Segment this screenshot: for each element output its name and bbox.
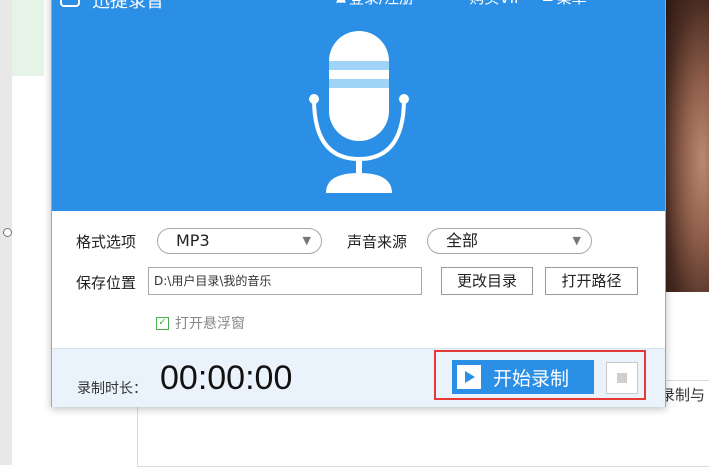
footer-bar: 录制时长： 00:00:00 开始录制 xyxy=(52,348,665,407)
cart-icon: ⛟ xyxy=(450,0,466,6)
float-window-option[interactable]: ✓ 打开悬浮窗 xyxy=(156,313,245,333)
menu-button[interactable]: ☰ 菜单 xyxy=(542,0,587,8)
float-window-label: 打开悬浮窗 xyxy=(175,316,245,332)
desktop-panel-text: 录制与 xyxy=(660,386,706,404)
app-logo-icon xyxy=(60,0,80,7)
format-label: 格式选项 xyxy=(76,233,137,251)
recorder-window: 迅捷录音 ▲ 登录/注册 ⛟ 购买VIP ☰ 菜单 — ✕ xyxy=(51,0,666,407)
save-location-label: 保存位置 xyxy=(76,274,137,292)
stop-record-button[interactable] xyxy=(606,362,638,394)
source-select[interactable]: 全部 ▼ xyxy=(427,228,592,254)
user-icon: ▲ xyxy=(336,0,346,5)
desktop-green-block xyxy=(12,0,44,76)
save-path-input[interactable]: D:\用户目录\我的音乐 xyxy=(148,267,422,295)
format-select[interactable]: MP3 ▼ xyxy=(157,228,322,254)
float-window-checkbox[interactable]: ✓ xyxy=(156,316,169,330)
buy-vip-label: 购买VIP xyxy=(469,0,523,8)
chevron-down-icon: ▼ xyxy=(302,234,311,247)
start-record-label: 开始录制 xyxy=(493,367,570,390)
format-select-value: MP3 xyxy=(176,231,210,250)
menu-label: 菜单 xyxy=(557,0,587,8)
source-select-value: 全部 xyxy=(446,231,479,250)
microphone-icon xyxy=(309,31,409,193)
login-label: 登录/注册 xyxy=(349,0,414,8)
start-record-button[interactable]: 开始录制 xyxy=(452,360,594,394)
desktop-photo xyxy=(663,0,709,292)
close-icon[interactable]: ✕ xyxy=(638,0,653,6)
source-label: 声音来源 xyxy=(347,233,408,251)
open-path-button[interactable]: 打开路径 xyxy=(545,267,638,295)
change-dir-button[interactable]: 更改目录 xyxy=(441,267,533,295)
desktop-radio-dot xyxy=(3,228,12,237)
titlebar: 迅捷录音 ▲ 登录/注册 ⛟ 购买VIP ☰ 菜单 — ✕ xyxy=(52,0,665,12)
minimize-icon[interactable]: — xyxy=(612,0,628,6)
menu-icon: ☰ xyxy=(542,0,554,5)
settings-form: 格式选项 MP3 ▼ 声音来源 全部 ▼ 保存位置 D:\用户目录\我的音乐 更… xyxy=(52,211,665,347)
duration-timer: 00:00:00 xyxy=(160,359,293,397)
buy-vip-button[interactable]: ⛟ 购买VIP xyxy=(450,0,523,8)
app-title: 迅捷录音 xyxy=(92,0,164,12)
play-icon xyxy=(457,365,481,389)
window-header: 迅捷录音 ▲ 登录/注册 ⛟ 购买VIP ☰ 菜单 — ✕ xyxy=(52,0,665,211)
login-button[interactable]: ▲ 登录/注册 xyxy=(336,0,414,8)
duration-label: 录制时长： xyxy=(77,381,147,397)
chevron-down-icon: ▼ xyxy=(572,234,581,247)
